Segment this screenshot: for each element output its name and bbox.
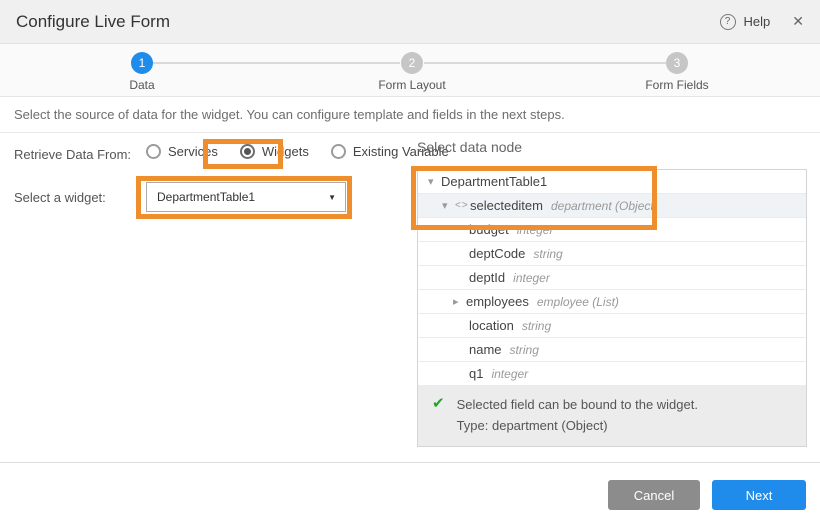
selected-widget-value: DepartmentTable1 — [157, 190, 255, 204]
step-number-badge: 1 — [131, 52, 153, 74]
step-data[interactable]: 1 Data — [97, 44, 187, 92]
help-link[interactable]: Help — [744, 14, 771, 29]
step-connector — [152, 62, 400, 64]
node-name: q1 — [469, 366, 483, 381]
step-label: Data — [97, 78, 187, 92]
select-data-node-title: Select data node — [417, 139, 522, 155]
help-icon[interactable]: ? — [720, 14, 736, 30]
radio-services[interactable]: Services — [146, 144, 218, 159]
tree-node-deptcode[interactable]: deptCode string — [418, 242, 806, 266]
node-name: location — [469, 318, 514, 333]
dialog-footer: Cancel Next — [0, 462, 820, 522]
step-label: Form Fields — [632, 78, 722, 92]
tree-node-deptid[interactable]: deptId integer — [418, 266, 806, 290]
node-type: employee (List) — [537, 295, 619, 309]
tree-node-budget[interactable]: budget integer — [418, 218, 806, 242]
data-node-tree-panel: ▾ DepartmentTable1 ▾ <> selecteditem dep… — [417, 169, 807, 447]
node-name: name — [469, 342, 502, 357]
node-type: integer — [513, 271, 550, 285]
node-type: string — [522, 319, 551, 333]
node-name: budget — [469, 222, 509, 237]
radio-selected-icon — [240, 144, 255, 159]
select-widget-label: Select a widget: — [14, 190, 106, 205]
tree-node-departmenttable1[interactable]: ▾ DepartmentTable1 — [418, 170, 806, 194]
dialog-titlebar: Configure Live Form ? Help ✕ — [0, 0, 820, 44]
binding-status-message: ✔ Selected field can be bound to the wid… — [418, 386, 806, 446]
widget-select-dropdown[interactable]: DepartmentTable1 ▼ — [146, 182, 346, 212]
retrieve-data-from-label: Retrieve Data From: — [14, 147, 131, 162]
node-type: department (Object) — [551, 199, 658, 213]
chevron-down-icon[interactable]: ▾ — [442, 199, 455, 212]
step-number-badge: 3 — [666, 52, 688, 74]
radio-widgets[interactable]: Widgets — [240, 144, 309, 159]
radio-label: Widgets — [262, 144, 309, 159]
node-type: integer — [517, 223, 554, 237]
step-form-layout[interactable]: 2 Form Layout — [367, 44, 457, 92]
tree-node-location[interactable]: location string — [418, 314, 806, 338]
node-name: deptCode — [469, 246, 525, 261]
step-content: Retrieve Data From: Services Widgets Exi… — [0, 133, 820, 461]
step-number-badge: 2 — [401, 52, 423, 74]
chevron-down-icon: ▼ — [328, 193, 336, 202]
node-type: string — [533, 247, 562, 261]
step-description: Select the source of data for the widget… — [0, 97, 820, 133]
radio-label: Services — [168, 144, 218, 159]
node-name: deptId — [469, 270, 505, 285]
chevron-down-icon[interactable]: ▾ — [428, 175, 441, 188]
check-icon: ✔ — [432, 394, 445, 436]
chevron-right-icon[interactable]: ▸ — [453, 295, 466, 308]
close-icon[interactable]: ✕ — [792, 13, 804, 30]
step-form-fields[interactable]: 3 Form Fields — [632, 44, 722, 92]
cancel-button[interactable]: Cancel — [608, 480, 700, 510]
status-line-2: Type: department (Object) — [457, 418, 608, 433]
next-button[interactable]: Next — [712, 480, 806, 510]
node-type: integer — [491, 367, 528, 381]
tree-node-name[interactable]: name string — [418, 338, 806, 362]
tree-node-selecteditem[interactable]: ▾ <> selecteditem department (Object) — [418, 194, 806, 218]
tree-node-employees[interactable]: ▸ employees employee (List) — [418, 290, 806, 314]
node-name: DepartmentTable1 — [441, 174, 547, 189]
tree-node-q1[interactable]: q1 integer — [418, 362, 806, 386]
step-connector — [424, 62, 666, 64]
node-name: employees — [466, 294, 529, 309]
radio-icon — [331, 144, 346, 159]
code-tag-icon: <> — [455, 200, 470, 211]
page-title: Configure Live Form — [16, 12, 720, 32]
node-type: string — [510, 343, 539, 357]
node-name: selecteditem — [470, 198, 543, 213]
wizard-stepper: 1 Data 2 Form Layout 3 Form Fields — [0, 44, 820, 97]
data-source-radio-group: Services Widgets Existing Variable — [146, 144, 449, 159]
radio-icon — [146, 144, 161, 159]
step-label: Form Layout — [367, 78, 457, 92]
status-line-1: Selected field can be bound to the widge… — [457, 397, 698, 412]
